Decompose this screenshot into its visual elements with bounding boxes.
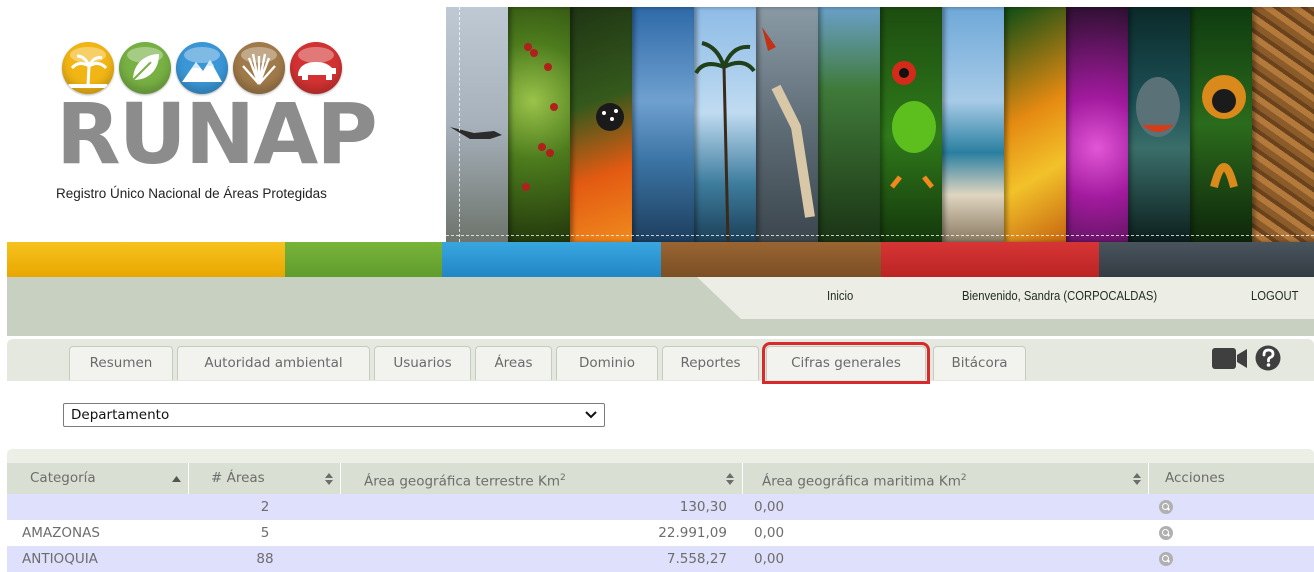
banner-strip-palm: [694, 7, 756, 242]
tab-reportes[interactable]: Reportes: [662, 346, 759, 380]
view-details-icon[interactable]: [1159, 500, 1173, 514]
sort-icon: [325, 473, 333, 485]
banner-strip-orchid: [1066, 7, 1128, 242]
cell-maritima: 0,00: [754, 551, 785, 567]
tab-autoridad-ambiental[interactable]: Autoridad ambiental: [177, 346, 370, 380]
banner-strip-leaves: [1004, 7, 1066, 242]
color-bar-green: [285, 242, 442, 277]
tab-dominio[interactable]: Dominio: [556, 346, 658, 380]
view-details-icon[interactable]: [1159, 552, 1173, 566]
banner-strip-bird: [756, 7, 818, 242]
sort-icon: [726, 473, 734, 485]
color-bar-red: [881, 242, 1099, 277]
view-details-icon[interactable]: [1159, 526, 1173, 540]
logout-link[interactable]: LOGOUT: [1251, 289, 1299, 303]
banner-strip-coffee: [508, 7, 570, 242]
color-bar-brown: [661, 242, 881, 277]
col-categoria-label: Categoría: [30, 470, 96, 486]
color-bar-blue: [442, 242, 661, 277]
col-categoria[interactable]: Categoría: [7, 463, 189, 494]
banner-strip-basket: [1252, 7, 1314, 242]
banner-strip-sky: [446, 7, 508, 242]
welcome-user-text: Bienvenido, Sandra (CORPOCALDAS): [962, 289, 1158, 303]
col-maritima[interactable]: Área geográfica maritima Km2: [743, 463, 1149, 494]
tab-bar: Resumen Autoridad ambiental Usuarios Áre…: [7, 339, 1314, 384]
banner-strip-frog: [880, 7, 942, 242]
superscript-2: 2: [560, 473, 566, 483]
color-bar: [7, 242, 1314, 277]
header-banner: [446, 7, 1314, 242]
banner-strip-monkey: [1190, 7, 1252, 242]
col-terrestre-label: Área geográfica terrestre Km: [364, 473, 561, 490]
sort-asc-icon: [172, 476, 181, 482]
col-terrestre[interactable]: Área geográfica terrestre Km2: [341, 463, 743, 494]
sort-icon: [1133, 473, 1141, 485]
banner-strip-beach: [942, 7, 1004, 242]
col-acciones: Acciones: [1149, 463, 1314, 494]
cell-terrestre: 130,30: [679, 499, 727, 515]
cell-terrestre: 22.991,09: [658, 525, 727, 541]
departamento-select[interactable]: Departamento: [63, 403, 605, 427]
color-bar-yellow: [7, 242, 285, 277]
table-row: AMAZONAS 5 22.991,09 0,00: [7, 520, 1314, 546]
col-areas[interactable]: # Áreas: [189, 463, 341, 494]
cell-maritima: 0,00: [754, 499, 785, 515]
table-header: Categoría # Áreas Área geográfica terres…: [7, 463, 1314, 494]
banner-dash-vertical: [459, 7, 460, 242]
table-row: 2 130,30 0,00: [7, 494, 1314, 520]
cell-areas: 2: [260, 499, 270, 515]
nav-inicio-link[interactable]: Inicio: [827, 289, 853, 303]
select-value: Departamento: [71, 407, 170, 423]
banner-strip-flower: [570, 7, 632, 242]
help-circle-icon[interactable]: [1255, 345, 1281, 371]
table-row: ANTIOQUIA 88 7.558,27 0,00: [7, 546, 1314, 572]
table-top-bar: [7, 449, 1314, 464]
tab-resumen[interactable]: Resumen: [69, 346, 173, 380]
superscript-2: 2: [960, 473, 967, 483]
cell-terrestre: 7.558,27: [666, 551, 727, 567]
banner-dash-horizontal: [446, 235, 1314, 236]
cell-areas: 5: [260, 525, 270, 541]
runap-logo: RUNAP Registro Único Nacional de Áreas P…: [56, 42, 396, 222]
banner-strip-ocean: [632, 7, 694, 242]
chevron-down-icon: [585, 411, 597, 419]
cell-categoria: ANTIOQUIA: [22, 551, 98, 567]
tab-areas[interactable]: Áreas: [475, 346, 552, 380]
tab-cifras-generales[interactable]: Cifras generales: [762, 342, 930, 384]
tab-bitacora[interactable]: Bitácora: [933, 346, 1026, 380]
top-nav: Inicio Bienvenido, Sandra (CORPOCALDAS) …: [7, 277, 1314, 336]
video-camera-icon[interactable]: [1212, 347, 1247, 370]
banner-strip-fish: [1128, 7, 1190, 242]
col-maritima-label: Área geográfica maritima Km: [762, 473, 961, 490]
color-bar-dark: [1099, 242, 1314, 277]
logo-subtitle: Registro Único Nacional de Áreas Protegi…: [56, 186, 327, 201]
logo-wordmark: RUNAP: [56, 85, 378, 183]
cell-areas: 88: [256, 551, 274, 567]
cell-categoria: AMAZONAS: [22, 525, 100, 541]
banner-strip-valley: [818, 7, 880, 242]
tab-usuarios[interactable]: Usuarios: [374, 346, 471, 380]
col-acciones-label: Acciones: [1165, 470, 1225, 486]
col-areas-label: # Áreas: [211, 470, 265, 486]
cell-maritima: 0,00: [754, 525, 785, 541]
